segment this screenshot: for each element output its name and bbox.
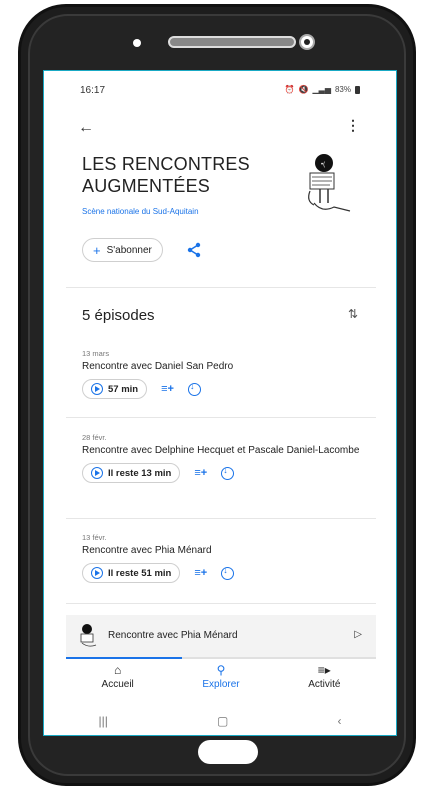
nav-explore[interactable]: ⚲ Explorer (176, 663, 266, 703)
podcast-title-line2: AUGMENTÉES (82, 176, 211, 196)
mini-player-thumbnail (80, 624, 97, 647)
episode-item[interactable]: 13 mars Rencontre avec Daniel San Pedro … (82, 349, 362, 399)
episode-item[interactable]: 13 févr. Rencontre avec Phia Ménard Il r… (82, 533, 362, 583)
nav-label: Activité (308, 679, 341, 690)
add-to-queue-icon[interactable]: ≡+ (194, 567, 207, 579)
add-to-queue-icon[interactable]: ≡+ (161, 383, 174, 395)
play-label: 57 min (108, 383, 139, 395)
more-options-icon[interactable]: ⋮ (346, 117, 360, 134)
nav-label: Explorer (202, 679, 240, 690)
status-icons: ⏰ 🔇 ▁▃▅ 83% (285, 85, 360, 94)
subscribe-label: S'abonner (106, 244, 152, 256)
podcast-title: LES RENCONTRES AUGMENTÉES (82, 153, 282, 197)
play-icon (91, 467, 103, 479)
nav-activity[interactable]: ≡▸ Activité (279, 663, 369, 703)
home-icon: ⌂ (114, 663, 122, 677)
status-time: 16:17 (80, 85, 106, 96)
svg-text:•(: •( (321, 162, 325, 168)
divider (66, 518, 376, 519)
play-button[interactable]: Il reste 13 min (82, 463, 181, 483)
podcast-publisher-link[interactable]: Scène nationale du Sud-Aquitain (82, 207, 199, 216)
episode-date: 13 févr. (82, 533, 107, 542)
alarm-icon: ⏰ (284, 85, 295, 94)
playback-progress (66, 657, 182, 659)
play-label: Il reste 51 min (108, 567, 172, 579)
divider (66, 287, 376, 288)
divider (66, 603, 376, 604)
mini-player-title: Rencontre avec Phia Ménard (108, 630, 238, 641)
recent-apps-icon[interactable]: ||| (99, 714, 108, 728)
podcast-cover-art: •( (308, 154, 351, 212)
system-navigation-bar: ||| ▢ ‹ (44, 709, 396, 733)
episode-title: Rencontre avec Phia Ménard (82, 545, 212, 556)
play-icon[interactable]: ▷ (354, 629, 362, 640)
phone-screen: 16:17 ⏰ 🔇 ▁▃▅ 83% ← ⋮ LES RENCONTRES AUG… (43, 70, 397, 736)
play-button[interactable]: Il reste 51 min (82, 563, 181, 583)
back-nav-icon[interactable]: ‹ (337, 714, 341, 728)
home-button[interactable] (198, 740, 258, 764)
episodes-heading: 5 épisodes (82, 307, 155, 324)
home-nav-icon[interactable]: ▢ (217, 714, 228, 728)
episode-date: 28 févr. (82, 433, 107, 442)
battery-percent: 83% (334, 85, 351, 94)
divider (66, 417, 376, 418)
episode-title: Rencontre avec Delphine Hecquet et Pasca… (82, 445, 360, 456)
play-icon (91, 567, 103, 579)
mute-icon: 🔇 (298, 85, 309, 94)
share-icon[interactable] (186, 242, 202, 258)
mini-player[interactable]: Rencontre avec Phia Ménard ▷ (66, 615, 376, 659)
proximity-sensor (299, 34, 315, 50)
add-to-queue-icon[interactable]: ≡+ (194, 467, 207, 479)
status-bar: 16:17 ⏰ 🔇 ▁▃▅ 83% (44, 71, 396, 105)
search-icon: ⚲ (216, 663, 226, 677)
episode-item[interactable]: 28 févr. Rencontre avec Delphine Hecquet… (82, 433, 362, 483)
earpiece-speaker (168, 36, 296, 48)
back-arrow-icon[interactable]: ← (78, 119, 94, 137)
download-icon[interactable] (187, 381, 201, 396)
play-button[interactable]: 57 min (82, 379, 148, 399)
activity-icon: ≡▸ (317, 663, 331, 677)
nav-home[interactable]: ⌂ Accueil (73, 663, 163, 703)
play-label: Il reste 13 min (108, 467, 172, 479)
download-icon[interactable] (221, 465, 235, 480)
play-icon (91, 383, 103, 395)
episode-title: Rencontre avec Daniel San Pedro (82, 361, 234, 372)
nav-label: Accueil (101, 679, 134, 690)
signal-icon: ▁▃▅ (312, 85, 331, 94)
plus-icon: + (93, 242, 101, 258)
episode-date: 13 mars (82, 349, 110, 358)
front-camera (133, 39, 141, 47)
sort-icon[interactable]: ⇅ (348, 307, 358, 321)
podcast-title-line1: LES RENCONTRES (82, 154, 250, 174)
download-icon[interactable] (221, 565, 235, 580)
bottom-navigation: ⌂ Accueil ⚲ Explorer ≡▸ Activité (66, 663, 376, 703)
battery-icon (355, 85, 360, 94)
subscribe-button[interactable]: + S'abonner (82, 238, 163, 262)
